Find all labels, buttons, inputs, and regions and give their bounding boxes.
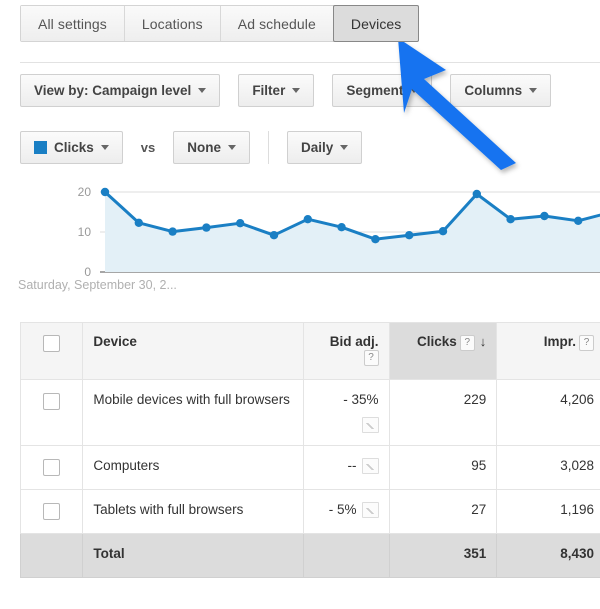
chevron-down-icon xyxy=(340,145,349,150)
view-by-button[interactable]: View by: Campaign level xyxy=(20,74,221,107)
chevron-down-icon xyxy=(228,145,236,150)
table-row[interactable]: Tablets with full browsers - 5% 27 1,196 xyxy=(19,489,600,534)
select-all-checkbox[interactable] xyxy=(43,335,61,352)
row-select-cell xyxy=(19,489,84,534)
device-cell: Computers xyxy=(82,445,305,490)
table-row[interactable]: Computers -- 95 3,028 xyxy=(19,445,600,490)
metric-selector-clicks[interactable]: Clicks xyxy=(20,131,123,164)
total-label-cell: Total xyxy=(82,533,305,578)
total-select-cell xyxy=(19,533,84,578)
toolbar-metrics: Clicks vs None Daily xyxy=(20,131,380,164)
vs-label: vs xyxy=(140,140,156,155)
chart-canvas: 0 10 20 xyxy=(78,185,600,279)
total-bid-adj-cell xyxy=(303,533,390,578)
bid-adj-chart-icon[interactable] xyxy=(361,417,379,433)
bid-adj-value: - 35% xyxy=(343,392,379,407)
chevron-down-icon xyxy=(292,88,301,93)
column-label: Device xyxy=(93,334,137,349)
row-select-cell xyxy=(19,445,84,490)
device-cell: Mobile devices with full browsers xyxy=(82,379,305,446)
metric-color-swatch-icon xyxy=(34,141,47,154)
table-row[interactable]: Mobile devices with full browsers - 35% … xyxy=(19,379,600,446)
bid-adj-cell: - 5% xyxy=(303,489,390,534)
tab-ad-schedule[interactable]: Ad schedule xyxy=(220,6,334,41)
row-checkbox[interactable] xyxy=(43,393,61,410)
chart-x-axis-label: Saturday, September 30, 2... xyxy=(18,278,177,292)
column-header-impr[interactable]: Impr.? xyxy=(496,322,600,380)
column-label: Clicks xyxy=(416,334,457,349)
tab-label: Devices xyxy=(350,15,402,32)
clicks-cell: 27 xyxy=(388,489,498,534)
tab-devices[interactable]: Devices xyxy=(332,5,420,42)
tab-label: Ad schedule xyxy=(237,15,316,32)
chevron-down-icon xyxy=(529,88,538,93)
devices-table: Device Bid adj. ? Clicks? ↓ Impr.? Mobile… xyxy=(19,322,600,578)
compare-metric-selector[interactable]: None xyxy=(173,131,250,164)
settings-tab-bar: All settings Locations Ad schedule Devic… xyxy=(20,5,420,42)
toolbar-primary: View by: Campaign level Filter Segment C… xyxy=(20,74,569,107)
svg-text:10: 10 xyxy=(78,225,92,239)
bid-adj-chart-icon[interactable] xyxy=(361,458,379,474)
filter-button[interactable]: Filter xyxy=(238,74,315,107)
tab-label: Locations xyxy=(141,15,203,32)
table-header-row: Device Bid adj. ? Clicks? ↓ Impr.? xyxy=(19,322,600,380)
bid-adj-cell: - 35% xyxy=(303,379,390,446)
granularity-label: Daily xyxy=(301,140,334,155)
svg-text:20: 20 xyxy=(78,185,92,199)
bid-adj-chart-icon[interactable] xyxy=(361,502,379,518)
bid-adj-value: -- xyxy=(347,458,357,473)
row-checkbox[interactable] xyxy=(43,503,61,520)
impr-cell: 1,196 xyxy=(496,489,600,534)
column-header-bid-adj[interactable]: Bid adj. ? xyxy=(303,322,390,380)
help-icon[interactable]: ? xyxy=(579,335,594,351)
device-cell: Tablets with full browsers xyxy=(82,489,305,534)
column-header-device[interactable]: Device xyxy=(82,322,305,380)
columns-label: Columns xyxy=(464,83,523,98)
total-impr-cell: 8,430 xyxy=(496,533,600,578)
select-all-header xyxy=(19,322,84,380)
column-header-clicks[interactable]: Clicks? ↓ xyxy=(388,322,498,380)
sort-descending-icon[interactable]: ↓ xyxy=(480,334,487,349)
segment-button[interactable]: Segment xyxy=(332,74,433,107)
column-label: Impr. xyxy=(543,334,576,349)
clicks-cell: 229 xyxy=(388,379,498,446)
tabbar-divider xyxy=(20,62,600,63)
compare-label: None xyxy=(187,140,221,155)
chevron-down-icon xyxy=(198,88,207,93)
metric-label: Clicks xyxy=(54,140,94,155)
chevron-down-icon xyxy=(100,145,109,150)
toolbar-divider xyxy=(268,131,269,164)
granularity-selector[interactable]: Daily xyxy=(287,131,363,164)
row-checkbox[interactable] xyxy=(43,459,61,476)
table-header: Device Bid adj. ? Clicks? ↓ Impr.? xyxy=(19,322,600,380)
bid-adj-value: - 5% xyxy=(328,502,357,517)
tab-all-settings[interactable]: All settings xyxy=(21,6,125,41)
columns-button[interactable]: Columns xyxy=(450,74,552,107)
filter-label: Filter xyxy=(252,83,286,98)
impr-cell: 4,206 xyxy=(496,379,600,446)
bid-adj-cell: -- xyxy=(303,445,390,490)
segment-label: Segment xyxy=(346,83,404,98)
chevron-down-icon xyxy=(410,88,419,93)
help-icon[interactable]: ? xyxy=(363,350,379,366)
table-body: Mobile devices with full browsers - 35% … xyxy=(19,379,600,578)
row-select-cell xyxy=(19,379,84,446)
clicks-trend-chart: 0 10 20 xyxy=(0,175,600,295)
view-by-label: View by: Campaign level xyxy=(34,83,192,98)
tab-label: All settings xyxy=(38,15,107,32)
clicks-cell: 95 xyxy=(388,445,498,490)
table-total-row: Total 351 8,430 xyxy=(19,533,600,578)
total-clicks-cell: 351 xyxy=(388,533,498,578)
column-label: Bid adj. xyxy=(329,334,379,349)
impr-cell: 3,028 xyxy=(496,445,600,490)
tab-locations[interactable]: Locations xyxy=(124,6,221,41)
help-icon[interactable]: ? xyxy=(459,335,475,351)
svg-text:0: 0 xyxy=(84,265,91,279)
